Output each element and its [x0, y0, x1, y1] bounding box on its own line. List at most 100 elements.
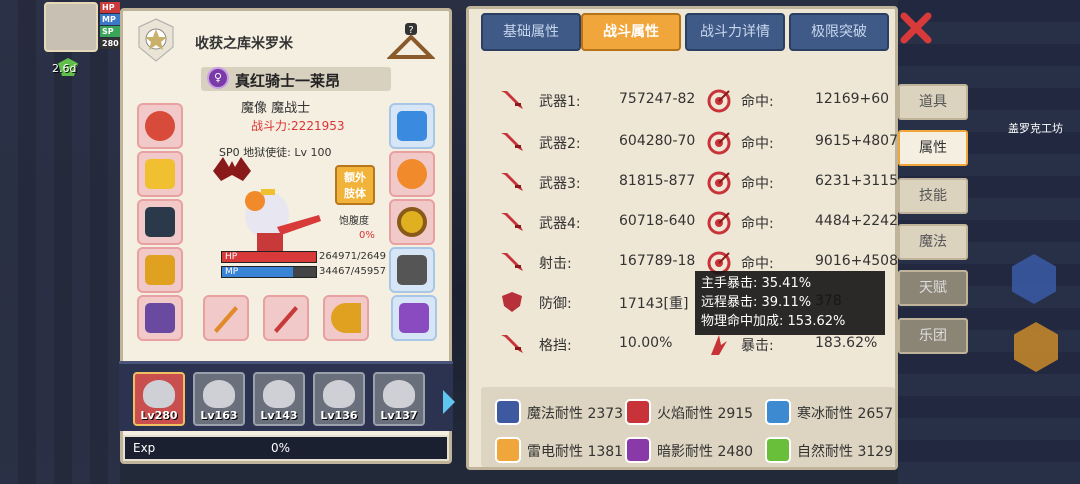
character-slot[interactable]: Lv137: [373, 372, 425, 426]
stat-value: 60718-640: [619, 213, 696, 229]
exp-bar: Exp 0%: [123, 435, 449, 461]
stat-name: 武器1:: [539, 94, 581, 110]
hp-bar-label: HP: [225, 252, 238, 262]
stat-row: 武器2: 604280-70 命中: 9615+4807: [469, 127, 898, 157]
satiety-label: 饱腹度: [339, 216, 369, 227]
stat-value: 17143[重]: [619, 296, 689, 312]
equip-slot-accessory-1[interactable]: [389, 103, 435, 149]
stat-value: 757247-82: [619, 91, 696, 107]
tooltip-line: 远程暴击: 39.11%: [701, 295, 812, 310]
side-menu-talent[interactable]: 天赋: [898, 270, 968, 306]
hud-hp-label: HP: [100, 2, 120, 13]
equip-slot-weapon-2[interactable]: [263, 295, 309, 341]
resistance-panel: 魔法耐性 2373 火焰耐性 2915 寒冰耐性 2657 雷电耐性 1381 暗影耐性…: [481, 387, 895, 467]
stat-name: 武器3:: [539, 176, 581, 192]
character-level: Lv143: [260, 409, 298, 422]
hit-label: 命中:: [741, 256, 774, 272]
character-portrait: [143, 380, 175, 408]
tab-basic-attributes[interactable]: 基础属性: [481, 13, 581, 51]
resistance-value: 2915: [717, 406, 754, 422]
stat-name: 防御:: [539, 296, 572, 312]
equip-slot-weapon-4[interactable]: [391, 295, 437, 341]
resistance-value: 2657: [857, 406, 894, 422]
blue-crystal-icon: [397, 111, 427, 141]
close-icon[interactable]: [898, 10, 934, 46]
player-avatar[interactable]: [44, 2, 98, 52]
stat-row: 武器3: 81815-877 命中: 6231+3115: [469, 167, 898, 197]
resistance-text: 寒冰耐性 2657: [797, 403, 893, 423]
hit-label: 命中:: [741, 94, 774, 110]
equip-slot-necklace[interactable]: [137, 151, 183, 197]
dark-armor-icon: [145, 207, 175, 237]
hit-label: 暴击:: [741, 338, 774, 354]
hud-level: 280: [100, 38, 120, 49]
stat-name: 武器4:: [539, 216, 581, 232]
side-menu-skills[interactable]: 技能: [898, 178, 968, 214]
character-slot[interactable]: Lv280: [133, 372, 185, 426]
character-slot[interactable]: Lv163: [193, 372, 245, 426]
equip-slot-armor[interactable]: [137, 199, 183, 245]
equip-slot-weapon-3[interactable]: [323, 295, 369, 341]
equip-slot-boots[interactable]: [137, 295, 183, 341]
parry-icon: [501, 335, 523, 353]
stats-tabs: 基础属性 战斗属性 战斗力详情 极限突破: [481, 11, 889, 51]
mp-bar: MP: [221, 266, 317, 278]
side-menu-band[interactable]: 乐团: [898, 318, 968, 354]
next-arrow-icon[interactable]: [443, 390, 455, 414]
equip-slot-belt[interactable]: [137, 247, 183, 293]
lightning-resist-icon: [495, 437, 521, 463]
hp-bar: HP: [221, 251, 317, 263]
sword-stat-icon: [501, 173, 523, 191]
resistance-name: 雷电耐性: [527, 444, 583, 460]
pumpkin-icon: [397, 159, 427, 189]
tab-combat-attributes[interactable]: 战斗属性: [581, 13, 681, 51]
nature-resist-icon: [765, 437, 791, 463]
tab-power-details[interactable]: 战斗力详情: [685, 13, 785, 51]
tab-limit-break[interactable]: 极限突破: [789, 13, 889, 51]
mp-value: 34467/45957: [319, 266, 386, 277]
character-selector: Lv280 Lv163 Lv143 Lv136 Lv137: [119, 361, 455, 431]
equip-slot-accessory-2[interactable]: [389, 151, 435, 197]
character-slot[interactable]: Lv143: [253, 372, 305, 426]
hit-label: 命中:: [741, 176, 774, 192]
stats-panel: 基础属性 战斗属性 战斗力详情 极限突破 武器1: 757247-82 命中: 121…: [466, 6, 898, 470]
side-menu-items[interactable]: 道具: [898, 84, 968, 120]
mp-bar-label: MP: [225, 267, 239, 277]
character-portrait: [263, 380, 295, 408]
resistance-value: 1381: [587, 444, 624, 460]
target-icon: [707, 131, 731, 155]
crit-icon: [711, 335, 727, 355]
hud-mp-label: MP: [100, 14, 120, 25]
side-menu-attributes[interactable]: 属性: [898, 130, 968, 166]
character-title: 真红骑士一莱昂: [235, 72, 341, 90]
guild-emblem-icon: [138, 18, 174, 62]
equip-slot-helmet[interactable]: [137, 103, 183, 149]
equip-slot-weapon-1[interactable]: [203, 295, 249, 341]
hit-value: 12169+60: [815, 91, 890, 107]
character-slot[interactable]: Lv136: [313, 372, 365, 426]
target-icon: [707, 211, 731, 235]
stat-value: 10.00%: [619, 335, 673, 351]
map-location-label: 盖罗克工坊: [1008, 122, 1063, 135]
target-icon: [707, 171, 731, 195]
stat-name: 格挡:: [539, 338, 572, 354]
resistance-name: 暗影耐性: [657, 444, 713, 460]
side-menu-magic[interactable]: 魔法: [898, 224, 968, 260]
ring-icon: [397, 207, 427, 237]
resistance-value: 3129: [857, 444, 894, 460]
guild-name: 收获之库米罗米: [195, 36, 293, 52]
cannon-icon: [397, 255, 427, 285]
extra-limbs-button[interactable]: 额外 肢体: [335, 165, 375, 205]
stat-value: 604280-70: [619, 133, 696, 149]
equip-slot-ring[interactable]: [389, 199, 435, 245]
belt-icon: [145, 255, 175, 285]
gender-icon: ♀: [207, 67, 229, 89]
stat-name: 射击:: [539, 256, 572, 272]
sword-stat-icon: [501, 133, 523, 151]
resistance-name: 寒冰耐性: [797, 406, 853, 422]
equip-slot-offhand[interactable]: [389, 247, 435, 293]
hanger-icon[interactable]: ?: [387, 23, 435, 63]
hit-label: 命中:: [741, 136, 774, 152]
resistance-name: 自然耐性: [797, 444, 853, 460]
power-label: 战斗力:: [251, 119, 292, 133]
